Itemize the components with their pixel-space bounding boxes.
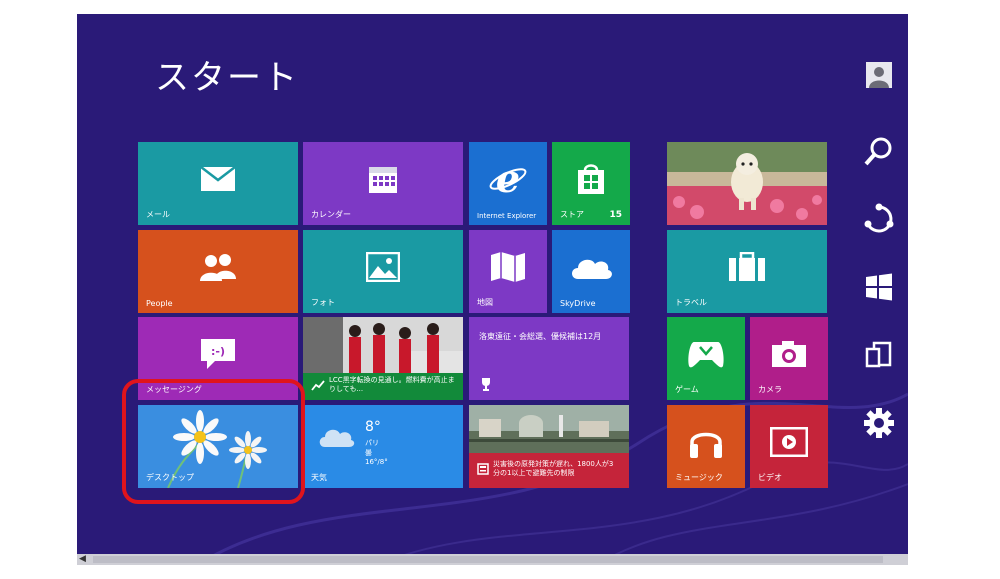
people-icon (200, 253, 236, 281)
tile-people[interactable]: People (138, 230, 298, 313)
start-screen: スタート メール カレンダー e Internet Explorer ストア 1… (77, 14, 908, 565)
devices-charm[interactable] (860, 336, 898, 374)
news-plant-photo (469, 405, 629, 453)
internet-explorer-icon: e (489, 159, 527, 199)
store-icon (578, 163, 604, 194)
weather-temperature: 8° (365, 419, 381, 435)
finance-chart-icon (311, 380, 325, 391)
start-charm[interactable] (860, 268, 898, 306)
chat-bubble-icon: :-) (201, 338, 235, 369)
tile-label: ゲーム (675, 385, 699, 394)
share-icon (864, 203, 894, 233)
tile-games[interactable]: ゲーム (667, 317, 745, 400)
windows-logo-icon (866, 273, 892, 301)
headphones-icon (690, 432, 722, 458)
scroll-left-arrow-icon[interactable]: ◀ (79, 554, 86, 564)
svg-text::-): :-) (211, 345, 225, 358)
weather-range: 16°/8° (365, 458, 388, 466)
suitcase-icon (729, 251, 765, 281)
news-headline: 災害後の原発対策が遅れ、1800人が3分の1以上で避難先の制限 (493, 460, 614, 477)
tile-weather[interactable]: 8° パリ 曇 16°/8° 天気 (303, 405, 463, 488)
trophy-icon (482, 378, 490, 391)
tile-label: Internet Explorer (477, 212, 537, 220)
dog-photo-image (667, 142, 827, 225)
scrollbar-thumb[interactable] (93, 556, 883, 563)
share-charm[interactable] (860, 200, 898, 238)
tile-finance[interactable]: LCC黒字転換の見通し。燃料費が高止まりしても... (303, 317, 463, 400)
tile-label: 天気 (311, 473, 327, 482)
xbox-controller-icon (688, 341, 724, 367)
tile-label: カメラ (758, 385, 782, 394)
news-icon (477, 463, 489, 475)
calendar-icon (369, 166, 397, 193)
search-charm[interactable] (860, 132, 898, 170)
horizontal-scrollbar[interactable]: ◀ (77, 554, 908, 565)
tile-label: メール (146, 210, 170, 219)
cloud-icon (572, 259, 612, 279)
tile-maps[interactable]: 地図 (469, 230, 547, 313)
search-icon (864, 137, 892, 166)
tile-camera[interactable]: カメラ (750, 317, 828, 400)
tile-photos[interactable]: フォト (303, 230, 463, 313)
tile-internet-explorer[interactable]: e Internet Explorer (469, 142, 547, 225)
tile-label: ストア (560, 210, 584, 219)
map-icon (491, 251, 525, 282)
tile-photo-dog[interactable] (667, 142, 827, 225)
tile-label: カレンダー (311, 210, 351, 219)
tile-label: ミュージック (675, 473, 723, 482)
user-avatar-icon (866, 62, 892, 88)
devices-icon (865, 341, 892, 368)
tile-label: People (146, 299, 173, 308)
tile-label: フォト (311, 298, 335, 307)
tile-calendar[interactable]: カレンダー (303, 142, 463, 225)
user-account-button[interactable] (860, 56, 898, 94)
settings-charm[interactable] (860, 404, 898, 442)
tile-label: トラベル (675, 298, 707, 307)
photos-icon (366, 251, 400, 282)
tile-travel[interactable]: トラベル (667, 230, 827, 313)
tile-label: SkyDrive (560, 299, 596, 308)
sports-headline: 洛東遠征・会総選、優候補は12月 (479, 332, 602, 341)
svg-text:e: e (496, 159, 520, 199)
tile-music[interactable]: ミュージック (667, 405, 745, 488)
weather-location: パリ (365, 439, 379, 447)
tile-mail[interactable]: メール (138, 142, 298, 225)
tile-label: 地図 (477, 298, 493, 307)
tile-store[interactable]: ストア 15 (552, 142, 630, 225)
start-title: スタート (155, 58, 299, 98)
gear-icon (864, 408, 894, 438)
finance-headline: LCC黒字転換の見通し。燃料費が高止まりしても... (329, 376, 455, 393)
camera-icon (772, 340, 806, 367)
tile-skydrive[interactable]: SkyDrive (552, 230, 630, 313)
weather-condition: 曇 (365, 449, 372, 457)
tile-news[interactable]: 災害後の原発対策が遅れ、1800人が3分の1以上で避難先の制限 (469, 405, 629, 488)
video-play-icon (770, 426, 808, 457)
cloud-weather-icon (319, 429, 355, 447)
finance-news-photo (303, 317, 463, 373)
tile-label: ビデオ (758, 473, 782, 482)
desktop-tile-highlight (122, 379, 305, 504)
tile-sports[interactable]: 洛東遠征・会総選、優候補は12月 (469, 317, 629, 400)
store-update-count: 15 (609, 210, 622, 220)
mail-icon (200, 165, 236, 191)
tile-video[interactable]: ビデオ (750, 405, 828, 488)
